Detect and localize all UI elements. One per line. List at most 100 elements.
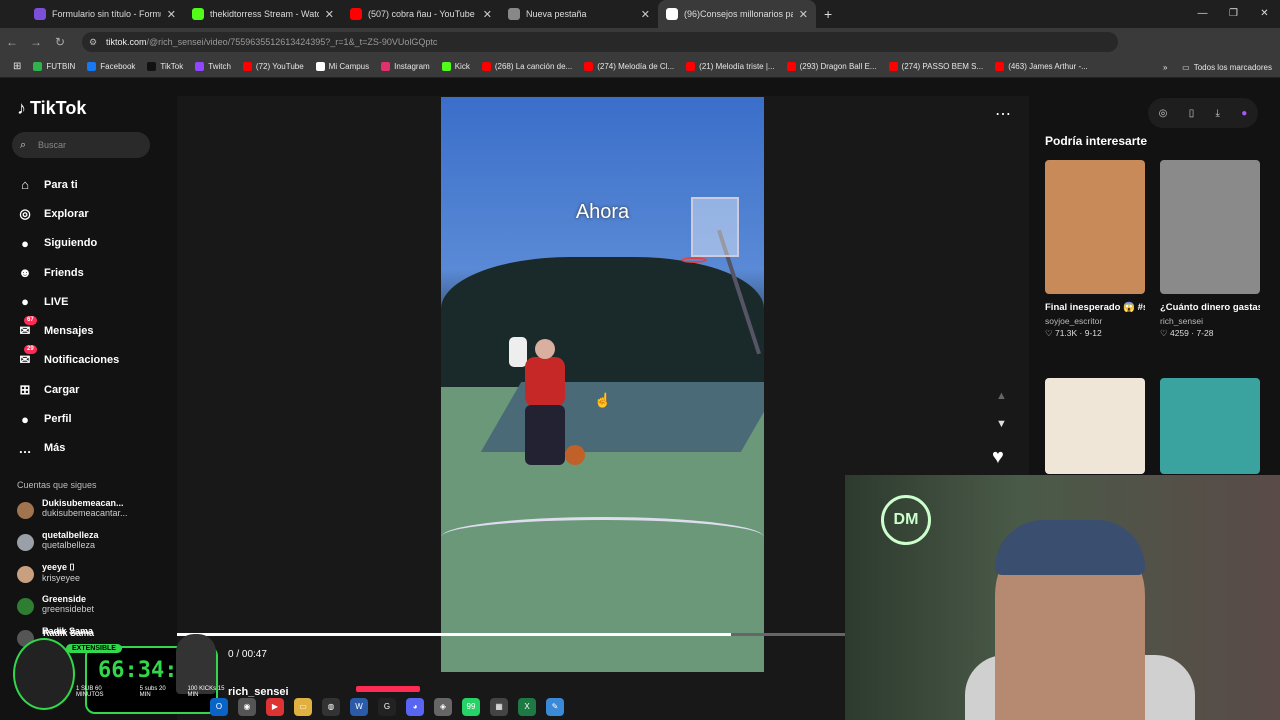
bookmark-item[interactable]: Instagram	[376, 62, 435, 71]
sidebar-item[interactable]: ● Siguiendo	[16, 229, 119, 258]
search-input[interactable]: ⌕ Buscar	[12, 132, 150, 158]
account-handle: dukisubemeacantar...	[42, 508, 128, 518]
bookmark-item[interactable]: (463) James Arthur -...	[990, 62, 1093, 71]
bookmark-item[interactable]: Twitch	[190, 62, 236, 71]
previous-video-icon[interactable]: ▲	[996, 390, 1007, 402]
recommend-thumb-4[interactable]	[1160, 378, 1260, 474]
app-gray-icon[interactable]: ◈	[434, 698, 452, 716]
bookmark-item[interactable]: TikTok	[142, 62, 188, 71]
recommend-card[interactable]: ¿Cuánto dinero gastaste ayer? 🧠 |... rich…	[1160, 160, 1260, 339]
phone-icon[interactable]: ▯	[1189, 108, 1195, 119]
close-window-button[interactable]: ✕	[1249, 0, 1280, 28]
excel-icon[interactable]: X	[518, 698, 536, 716]
sidebar-item[interactable]: ✉ 67 Mensajes	[16, 316, 119, 345]
minimize-button[interactable]: —	[1187, 0, 1218, 28]
account-handle: greensidebet	[42, 604, 95, 614]
word-icon[interactable]: W	[350, 698, 368, 716]
restore-button[interactable]: ❐	[1218, 0, 1249, 28]
bookmark-item[interactable]: Facebook	[82, 62, 140, 71]
browser-tab[interactable]: thekidtorress Stream - Watch L ✕	[184, 0, 342, 28]
obs-icon[interactable]: ◍	[322, 698, 340, 716]
new-tab-button[interactable]: +	[824, 6, 832, 22]
overflow-icon[interactable]: »	[1163, 63, 1167, 72]
search-placeholder: Buscar	[38, 140, 67, 150]
folder-icon[interactable]: ▭	[294, 698, 312, 716]
browser-tab[interactable]: Formulario sin título - Formular ✕	[26, 0, 184, 28]
tab-close-icon[interactable]: ✕	[483, 8, 492, 21]
browser-tab[interactable]: (507) cobra ñau - YouTube ✕	[342, 0, 500, 28]
video-frame[interactable]: Ahora	[441, 97, 764, 672]
avatar	[17, 502, 34, 519]
tiktok-logo[interactable]: ♪ TikTok	[17, 98, 86, 119]
app-g-icon[interactable]: G	[378, 698, 396, 716]
recommend-card[interactable]: Final inesperado 😱 #siemprecontigola... s…	[1045, 160, 1145, 339]
recommend-thumb-3[interactable]	[1045, 378, 1145, 474]
bookmark-item[interactable]: (293) Dragon Ball E...	[782, 62, 882, 71]
defender-figure	[509, 337, 527, 367]
url-field[interactable]: ⚙ tiktok.com/@rich_sensei/video/75596355…	[82, 32, 1118, 52]
sidebar-item[interactable]: ⌂ Para ti	[16, 170, 119, 199]
bookmark-item[interactable]: (21) Melodía triste |...	[681, 62, 779, 71]
sidebar-item[interactable]: ✉ 29 Notificaciones	[16, 345, 120, 375]
reload-button[interactable]: ↻	[48, 35, 72, 49]
discord-icon[interactable]: ◕	[406, 698, 424, 716]
bookmark-item[interactable]: (72) YouTube	[238, 62, 309, 71]
bookmark-item[interactable]: Kick	[437, 62, 475, 71]
download-icon[interactable]: ⤓	[1216, 108, 1220, 119]
compass-icon[interactable]: ◎	[1159, 108, 1168, 119]
court-blue-area	[480, 382, 764, 452]
follow-button[interactable]	[356, 686, 420, 692]
tab-close-icon[interactable]: ✕	[799, 8, 808, 21]
app-icon[interactable]: ◉	[238, 698, 256, 716]
upload-icon: ⊞	[19, 381, 31, 397]
apps-icon[interactable]: ⊞	[8, 61, 26, 72]
site-info-icon[interactable]: ⚙	[89, 32, 97, 52]
user-avatar[interactable]: ●	[1241, 108, 1247, 119]
tab-close-icon[interactable]: ✕	[325, 8, 334, 21]
app-blue-icon[interactable]: ✎	[546, 698, 564, 716]
account-handle: quetalbelleza	[42, 540, 96, 550]
account-handle: krisyeyee	[42, 573, 81, 583]
outlook-icon[interactable]: O	[210, 698, 228, 716]
bookmark-item[interactable]: (274) PASSO BEM S...	[884, 62, 989, 71]
tab-close-icon[interactable]: ✕	[167, 8, 176, 21]
sidebar-item[interactable]: ● Perfil	[16, 404, 119, 433]
sidebar-item[interactable]: ● LIVE	[16, 287, 119, 316]
compass-icon: ◎	[19, 205, 31, 221]
following-account[interactable]: quetalbelleza quetalbelleza	[17, 530, 128, 562]
browser-tab[interactable]: Nueva pestaña ✕	[500, 0, 658, 28]
bookmark-item[interactable]: FUTBIN	[28, 62, 80, 71]
sidebar-item[interactable]: … Más	[16, 434, 119, 463]
more-options-icon[interactable]: ⋯	[995, 104, 1011, 124]
sidebar-item-label: Para ti	[44, 178, 78, 191]
calculator-icon[interactable]: ▦	[490, 698, 508, 716]
whatsapp-icon[interactable]: 99	[462, 698, 480, 716]
forward-button[interactable]: →	[24, 35, 48, 49]
sidebar-item-label: Notificaciones	[44, 354, 120, 367]
video-progress-bar[interactable]	[177, 633, 845, 636]
video-overlay-text: Ahora	[575, 201, 630, 223]
following-account[interactable]: Greenside greensidebet	[17, 594, 128, 626]
tab-title: thekidtorress Stream - Watch L	[210, 9, 319, 19]
back-button[interactable]: ←	[0, 35, 24, 49]
bookmark-item[interactable]: Mi Campus	[311, 62, 374, 71]
wall-logo: DM	[881, 495, 931, 545]
next-video-icon[interactable]: ▼	[996, 418, 1007, 430]
bookmark-item[interactable]: (268) La canción de...	[477, 62, 577, 71]
taskbar: O ◉ ▶ ▭ ◍ W G ◕ ◈ 99 ▦ X ✎	[0, 694, 1280, 720]
tab-close-icon[interactable]: ✕	[641, 8, 650, 21]
sidebar-item[interactable]: ☻ Friends	[16, 258, 119, 287]
all-bookmarks-button[interactable]: » ▭ Todos los marcadores	[1163, 56, 1272, 78]
app-red-icon[interactable]: ▶	[266, 698, 284, 716]
tab-favicon-icon	[34, 8, 46, 20]
bookmark-favicon-icon	[33, 62, 43, 71]
sidebar-item[interactable]: ⊞ Cargar	[16, 375, 119, 404]
following-account[interactable]: yeeye ⌷ krisyeyee	[17, 562, 128, 594]
bookmark-favicon-icon	[87, 62, 97, 71]
avatar	[17, 566, 34, 583]
sidebar-item[interactable]: ◎ Explorar	[16, 199, 119, 228]
following-account[interactable]: Dukisubemeacan... dukisubemeacantar...	[17, 498, 128, 530]
bookmark-item[interactable]: (274) Melodía de Cl...	[579, 62, 679, 71]
browser-tab[interactable]: (96)Consejos millonarios pa ✕	[658, 0, 816, 28]
like-icon[interactable]: ♥	[992, 446, 1004, 469]
